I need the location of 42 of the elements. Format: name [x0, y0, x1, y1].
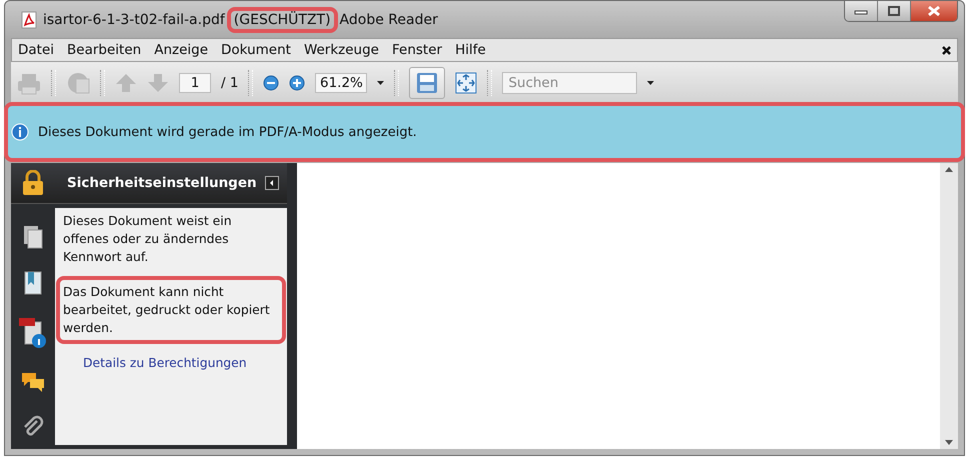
- menu-item[interactable]: Datei: [18, 42, 54, 58]
- info-icon: [11, 123, 29, 141]
- menu-item[interactable]: Werkzeuge: [304, 42, 379, 58]
- maximize-icon: [888, 6, 900, 16]
- window-title: isartor-6-1-3-t02-fail-a.pdf: [43, 12, 225, 28]
- permissions-link[interactable]: Details zu Berechtigungen: [63, 354, 279, 372]
- bookmark-icon[interactable]: [23, 271, 43, 295]
- up-arrow-icon[interactable]: [945, 167, 953, 172]
- padlock-icon[interactable]: [21, 170, 45, 196]
- security-note: Dieses Dokument weist ein offenes oder zu änderndes Kennwort auf.: [63, 212, 233, 266]
- panel-title: Sicherheitseinstellungen: [67, 175, 257, 191]
- menu-item[interactable]: Fenster: [392, 42, 442, 58]
- window-title: Adobe Reader: [340, 12, 438, 28]
- security-note: Das Dokument kann nicht bearbeitet, gedruckt oder kopiert werden.: [56, 276, 286, 344]
- fit-page-icon[interactable]: [455, 72, 478, 94]
- minimize-button[interactable]: [845, 1, 878, 21]
- scrollbar[interactable]: [940, 163, 958, 449]
- menu-item[interactable]: Hilfe: [455, 42, 486, 58]
- zoom-field[interactable]: 61.2%: [315, 73, 368, 93]
- close-icon: [927, 5, 941, 17]
- zoom-in-icon[interactable]: [289, 75, 306, 91]
- comments-icon[interactable]: [21, 371, 45, 393]
- page-count: / 1: [221, 75, 238, 91]
- read-mode-button[interactable]: [409, 67, 446, 99]
- maximize-button[interactable]: [878, 1, 911, 21]
- collapse-icon[interactable]: [265, 176, 279, 190]
- caret-icon[interactable]: [377, 81, 384, 85]
- page-number-field[interactable]: 1: [179, 73, 211, 93]
- menu-item[interactable]: Bearbeiten: [67, 42, 142, 58]
- window-title: (GESCHÜTZT): [226, 6, 338, 32]
- pdf-info-icon[interactable]: [19, 317, 47, 349]
- search-field[interactable]: Suchen: [502, 72, 638, 94]
- banner-message: Dieses Dokument wird gerade im PDF/A-Modus angezeigt.: [38, 124, 417, 140]
- caret-icon[interactable]: [647, 81, 654, 85]
- close-button[interactable]: [911, 1, 957, 21]
- close-icon[interactable]: [942, 46, 951, 54]
- menu-item[interactable]: Anzeige: [154, 42, 208, 58]
- down-arrow-icon[interactable]: [945, 440, 953, 445]
- pdf-file-icon: [21, 10, 37, 28]
- pages-icon[interactable]: [22, 225, 44, 249]
- zoom-out-icon[interactable]: [263, 75, 280, 91]
- menu-item[interactable]: Dokument: [221, 42, 291, 58]
